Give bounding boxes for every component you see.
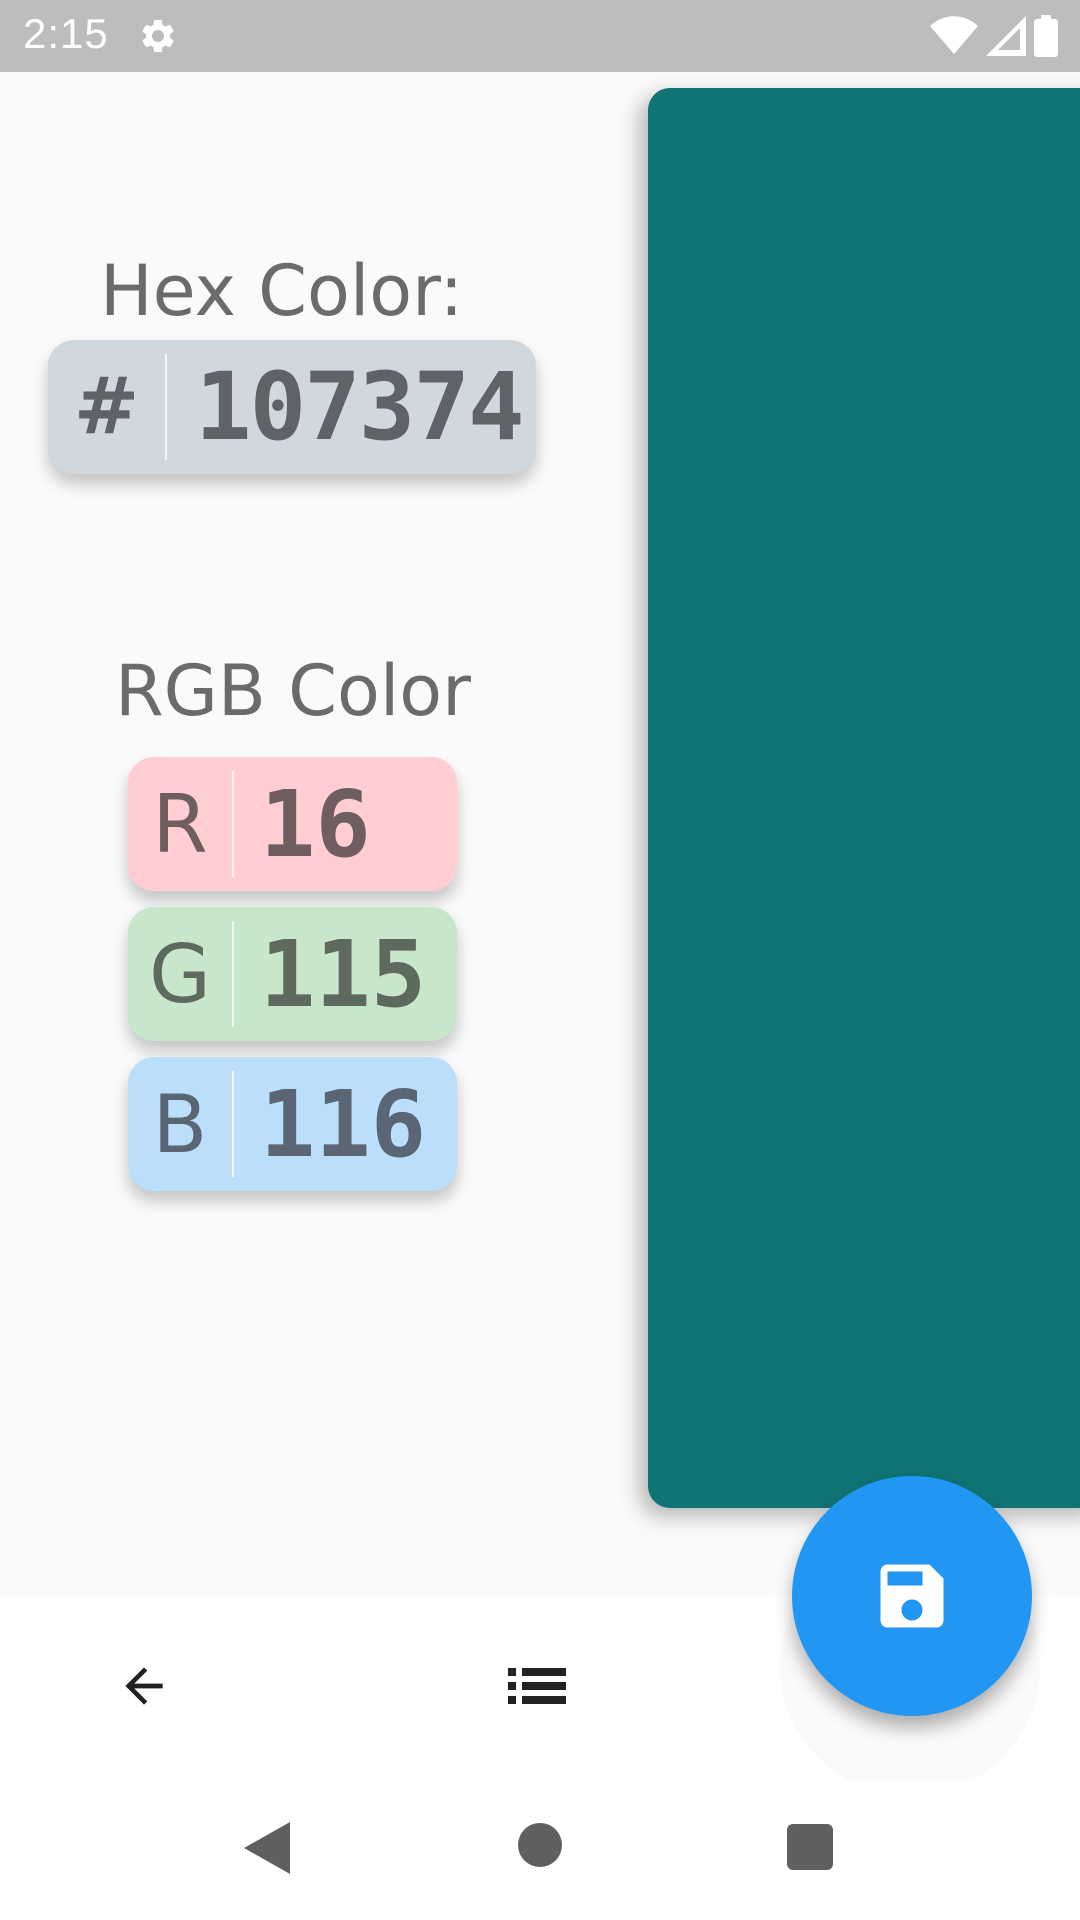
save-fab-button[interactable] <box>792 1476 1032 1716</box>
green-channel-label: G <box>149 927 211 1021</box>
square-recents-icon[interactable] <box>787 1824 833 1870</box>
circle-home-icon[interactable] <box>518 1823 562 1867</box>
status-bar: 2:15 <box>0 0 1080 72</box>
green-channel-value: 115 <box>260 920 427 1028</box>
status-icons <box>930 14 1058 58</box>
blue-channel-value: 116 <box>260 1070 427 1178</box>
battery-icon <box>1034 15 1058 57</box>
hex-color-label: Hex Color: <box>100 250 464 332</box>
blue-channel-chip[interactable]: B 116 <box>128 1057 457 1191</box>
wifi-icon <box>930 16 978 54</box>
arrow-back-icon[interactable] <box>116 1658 172 1714</box>
triangle-back-icon[interactable] <box>244 1822 290 1874</box>
status-time: 2:15 <box>23 10 109 57</box>
blue-channel-label: B <box>152 1077 208 1171</box>
hex-value: 107374 <box>195 352 525 462</box>
gear-icon <box>142 19 174 52</box>
rgb-color-label: RGB Color <box>115 650 471 732</box>
save-icon <box>880 1564 944 1628</box>
red-channel-value: 16 <box>260 770 371 878</box>
red-channel-chip[interactable]: R 16 <box>128 757 457 891</box>
list-icon[interactable] <box>508 1666 566 1706</box>
green-channel-chip[interactable]: G 115 <box>128 907 457 1041</box>
hex-prefix: # <box>73 362 140 452</box>
signal-icon <box>986 16 1026 56</box>
hex-color-chip[interactable]: # 107374 <box>48 340 536 474</box>
red-channel-label: R <box>152 777 208 871</box>
color-preview-panel <box>648 88 1080 1508</box>
